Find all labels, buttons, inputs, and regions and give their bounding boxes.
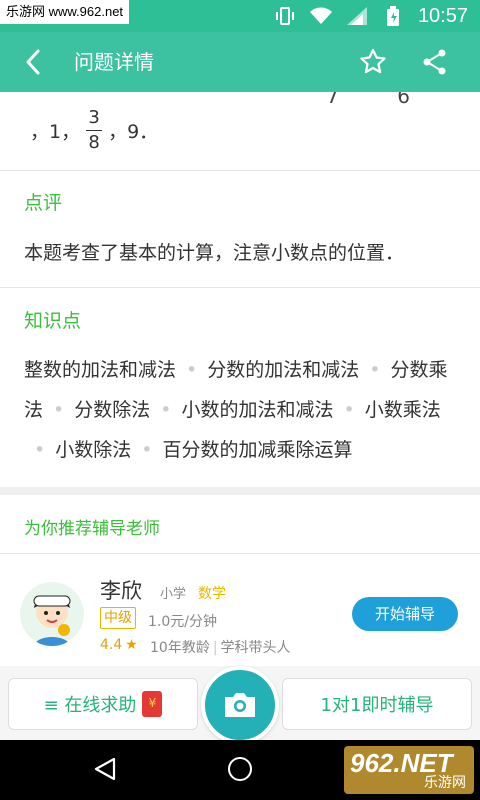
question-detail-content[interactable]: 7 6 ，1， 3 8 ，9． 点评 本题考查了基本的计算，注意小数点的位置． … [0, 92, 480, 678]
comment-text: 本题考查了基本的计算，注意小数点的位置． [24, 242, 405, 264]
tag-separator: • [34, 439, 46, 461]
knowledge-tag[interactable]: 小数除法 [55, 439, 131, 461]
knowledge-heading: 知识点 [24, 310, 82, 332]
answer-prefix: ，1， [30, 121, 81, 143]
fraction-bar [86, 130, 103, 131]
knowledge-tag[interactable]: 整数的加法和减法 [24, 359, 176, 381]
section-gap [0, 487, 480, 495]
site-watermark: 乐游网 www.962.net [0, 0, 130, 24]
teacher-rank-badge: 中级 [100, 607, 136, 629]
online-help-button[interactable]: ≡ 在线求助 [8, 678, 198, 730]
status-bar: 乐游网 www.962.net 10:57 [0, 0, 480, 32]
signal-icon [346, 6, 368, 26]
tag-separator: • [141, 439, 153, 461]
start-tutoring-button[interactable]: 开始辅导 [352, 597, 458, 631]
share-button[interactable] [420, 47, 450, 77]
knowledge-tag[interactable]: 小数的加法和减法 [181, 399, 333, 421]
comment-heading: 点评 [24, 192, 63, 214]
bottom-action-bar: ≡ 在线求助 1对1即时辅导 [0, 666, 480, 744]
knowledge-tag[interactable]: 分数的加法和减法 [207, 359, 359, 381]
share-icon [423, 49, 446, 75]
tag-separator: • [343, 399, 355, 421]
teacher-price: 1.0元/分钟 [148, 614, 217, 630]
star-icon [360, 48, 386, 74]
clipped-answer-text: 7 6 [326, 92, 436, 108]
triangle-back-icon [94, 757, 116, 781]
knowledge-tag[interactable]: 百分数的加减乘除运算 [162, 439, 352, 461]
fraction-numerator: 3 [88, 107, 100, 128]
tag-separator: • [53, 399, 65, 421]
logo-subtext: 乐游网 [424, 775, 466, 791]
teacher-name: 李欣 [100, 579, 142, 603]
camera-button[interactable] [201, 666, 279, 744]
back-button[interactable] [18, 46, 48, 78]
knowledge-tags: 整数的加法和减法 • 分数的加法和减法 • 分数乘法 • 分数除法 • 小数的加法和减法 • 小数乘… [24, 350, 456, 470]
status-icons: 10:57 [274, 0, 468, 32]
divider [0, 170, 480, 171]
favorite-button[interactable] [358, 47, 388, 77]
nav-home-button[interactable] [228, 757, 252, 781]
recommend-heading: 为你推荐辅导老师 [24, 519, 160, 539]
one-on-one-tutoring-button[interactable]: 1对1即时辅导 [282, 678, 472, 730]
star-icon: ★ [125, 637, 138, 653]
answer-row: ，1， 3 8 ，9． [30, 108, 158, 153]
clock: 10:57 [417, 4, 468, 27]
knowledge-tag[interactable]: 小数乘法 [365, 399, 441, 421]
system-nav-bar: 962.NET 乐游网 [0, 740, 480, 800]
page-title: 问题详情 [74, 50, 154, 74]
divider [0, 553, 480, 554]
one-on-one-label: 1对1即时辅导 [320, 695, 434, 716]
nav-back-button[interactable] [92, 756, 118, 786]
camera-icon [225, 693, 255, 717]
vibrate-icon [274, 6, 296, 26]
teacher-rating: 4.4 ★ [100, 637, 138, 653]
answer-fraction: 3 8 [86, 107, 103, 153]
tag-separator: • [186, 359, 198, 381]
teacher-title: 学科带头人 [220, 640, 291, 656]
app-bar: 问题详情 [0, 32, 480, 92]
teacher-experience: 10年教龄 [150, 640, 210, 656]
red-packet-icon [142, 691, 163, 717]
site-logo: 962.NET 乐游网 [344, 746, 474, 794]
rating-value: 4.4 [100, 637, 123, 653]
teacher-subject: 数学 [198, 586, 226, 602]
teacher-level: 小学 [160, 587, 187, 602]
answer-suffix: ，9． [108, 121, 159, 143]
tag-separator: • [160, 399, 172, 421]
divider [0, 287, 480, 288]
wifi-icon [309, 6, 332, 26]
avatar [20, 582, 84, 646]
back-arrow-icon [26, 49, 40, 75]
teacher-meta: 10年教龄 | 学科带头人 [150, 640, 291, 656]
teacher-card[interactable]: 李欣 小学 数学 中级 1.0元/分钟 4.4 ★ 10年教龄 | 学科带头人 开始… [0, 557, 480, 677]
battery-icon [382, 6, 404, 26]
online-help-label: ≡ 在线求助 [43, 695, 137, 716]
knowledge-tag[interactable]: 分数除法 [74, 399, 150, 421]
fraction-denominator: 8 [88, 132, 100, 153]
tag-separator: • [369, 359, 381, 381]
